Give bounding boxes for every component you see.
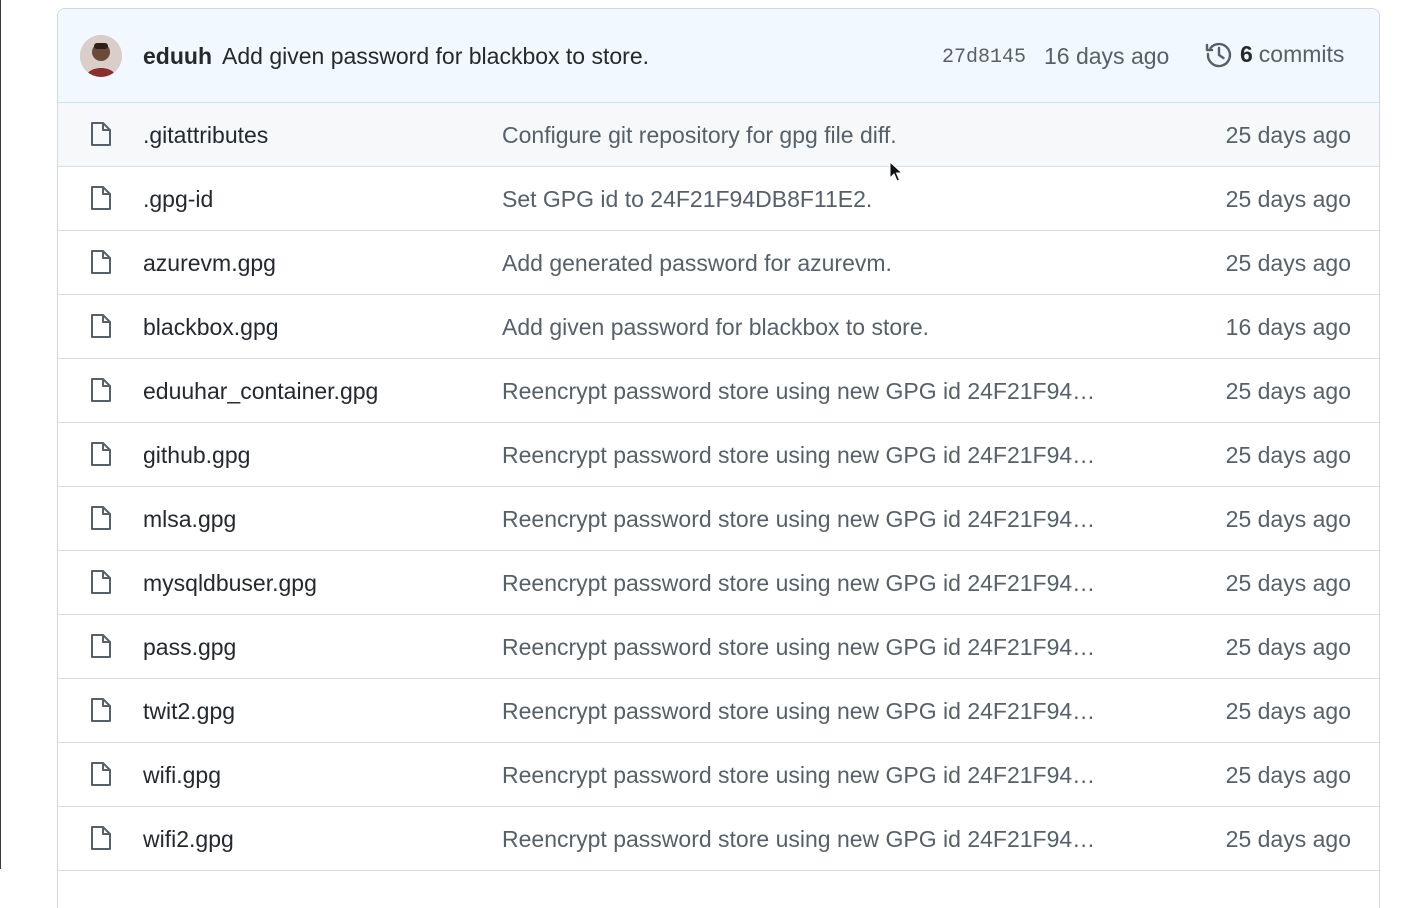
file-commit-message-link[interactable]: Add generated password for azurevm.: [502, 250, 1142, 277]
file-row[interactable]: .gitattributes Configure git repository f…: [58, 103, 1379, 167]
commit-author-link[interactable]: eduuh: [143, 43, 212, 70]
file-name-link[interactable]: twit2.gpg: [143, 698, 235, 725]
commits-label: commits: [1258, 40, 1345, 67]
file-row[interactable]: github.gpg Reencrypt password store using…: [58, 423, 1379, 487]
file-commit-age: 25 days ago: [1225, 122, 1351, 148]
avatar[interactable]: [80, 35, 122, 77]
file-list: .gitattributes Configure git repository f…: [58, 103, 1379, 871]
file-icon: [89, 249, 113, 275]
file-name-link[interactable]: blackbox.gpg: [143, 314, 279, 341]
file-row[interactable]: wifi2.gpg Reencrypt password store using …: [58, 807, 1379, 871]
file-commit-age: 25 days ago: [1225, 378, 1351, 404]
file-row[interactable]: wifi.gpg Reencrypt password store using n…: [58, 743, 1379, 807]
commit-sha-link[interactable]: 27d8145: [942, 46, 1026, 69]
file-icon: [89, 697, 113, 723]
commit-message-link[interactable]: Add given password for blackbox to store…: [222, 43, 649, 70]
file-icon: [89, 761, 113, 787]
file-commit-message-link[interactable]: Reencrypt password store using new GPG i…: [502, 442, 1142, 469]
commit-count: 6: [1240, 40, 1253, 67]
file-commit-message-link[interactable]: Reencrypt password store using new GPG i…: [502, 506, 1142, 533]
window-edge: [0, 0, 1, 869]
file-row[interactable]: mysqldbuser.gpg Reencrypt password store …: [58, 551, 1379, 615]
file-commit-age: 25 days ago: [1225, 826, 1351, 852]
file-name-link[interactable]: mlsa.gpg: [143, 506, 236, 533]
history-icon: [1204, 39, 1234, 69]
file-icon: [89, 505, 113, 531]
file-name-link[interactable]: eduuhar_container.gpg: [143, 378, 378, 405]
commit-history-link[interactable]: 6 commits: [1204, 39, 1344, 69]
file-name-link[interactable]: pass.gpg: [143, 634, 236, 661]
file-commit-age: 16 days ago: [1225, 314, 1351, 340]
file-name-link[interactable]: .gitattributes: [143, 122, 268, 149]
file-commit-message-link[interactable]: Set GPG id to 24F21F94DB8F11E2.: [502, 186, 1142, 213]
file-name-link[interactable]: mysqldbuser.gpg: [143, 570, 317, 597]
file-name-link[interactable]: wifi.gpg: [143, 762, 221, 789]
file-commit-age: 25 days ago: [1225, 698, 1351, 724]
file-commit-age: 25 days ago: [1225, 762, 1351, 788]
file-name-link[interactable]: azurevm.gpg: [143, 250, 276, 277]
file-name-link[interactable]: wifi2.gpg: [143, 826, 234, 853]
file-commit-age: 25 days ago: [1225, 570, 1351, 596]
file-commit-message-link[interactable]: Reencrypt password store using new GPG i…: [502, 698, 1142, 725]
file-commit-message-link[interactable]: Reencrypt password store using new GPG i…: [502, 762, 1142, 789]
file-row[interactable]: blackbox.gpg Add given password for black…: [58, 295, 1379, 359]
file-commit-message-link[interactable]: Reencrypt password store using new GPG i…: [502, 826, 1142, 853]
file-icon: [89, 185, 113, 211]
file-name-link[interactable]: github.gpg: [143, 442, 250, 469]
file-icon: [89, 377, 113, 403]
mouse-cursor-icon: [889, 161, 903, 182]
file-commit-message-link[interactable]: Reencrypt password store using new GPG i…: [502, 378, 1142, 405]
file-row[interactable]: twit2.gpg Reencrypt password store using …: [58, 679, 1379, 743]
file-icon: [89, 121, 113, 147]
file-row[interactable]: pass.gpg Reencrypt password store using n…: [58, 615, 1379, 679]
file-icon: [89, 313, 113, 339]
file-commit-message-link[interactable]: Configure git repository for gpg file di…: [502, 122, 1142, 149]
file-commit-age: 25 days ago: [1225, 250, 1351, 276]
file-row[interactable]: .gpg-id Set GPG id to 24F21F94DB8F11E2. 25…: [58, 167, 1379, 231]
file-commit-age: 25 days ago: [1225, 506, 1351, 532]
file-commit-message-link[interactable]: Add given password for blackbox to store…: [502, 314, 1142, 341]
file-name-link[interactable]: .gpg-id: [143, 186, 213, 213]
file-commit-message-link[interactable]: Reencrypt password store using new GPG i…: [502, 570, 1142, 597]
file-row[interactable]: azurevm.gpg Add generated password for az…: [58, 231, 1379, 295]
file-icon: [89, 825, 113, 851]
file-icon: [89, 633, 113, 659]
file-icon: [89, 569, 113, 595]
file-commit-age: 25 days ago: [1225, 634, 1351, 660]
latest-commit-bar: eduuh Add given password for blackbox to…: [58, 9, 1379, 103]
file-row[interactable]: eduuhar_container.gpg Reencrypt password …: [58, 359, 1379, 423]
commit-age: 16 days ago: [1044, 43, 1170, 69]
file-commit-message-link[interactable]: Reencrypt password store using new GPG i…: [502, 634, 1142, 661]
file-commit-age: 25 days ago: [1225, 186, 1351, 212]
file-row[interactable]: mlsa.gpg Reencrypt password store using n…: [58, 487, 1379, 551]
file-icon: [89, 441, 113, 467]
file-browser: eduuh Add given password for blackbox to…: [57, 8, 1380, 908]
file-commit-age: 25 days ago: [1225, 442, 1351, 468]
